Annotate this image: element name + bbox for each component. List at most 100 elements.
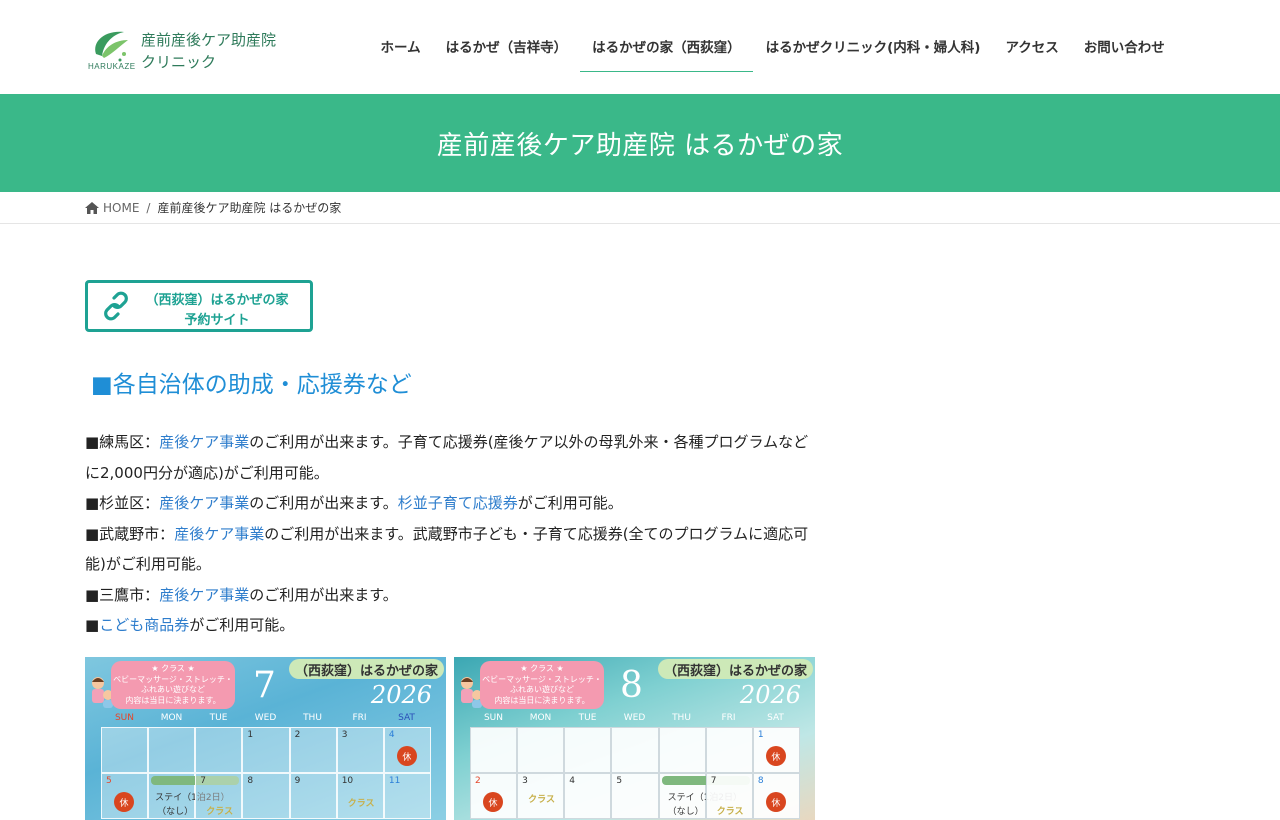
calendar-cell: 1休 <box>752 727 800 773</box>
stay-none-label: （なし） <box>667 807 704 817</box>
calendar-date: 2 <box>294 730 301 740</box>
logo-text-line1: 産前産後ケア助産院 <box>141 31 277 49</box>
weekday-tue: TUE <box>209 713 228 723</box>
site-logo[interactable]: HARUKAZE 産前産後ケア助産院 クリニック <box>86 24 286 74</box>
mitaka-text: のご利用が出来ます。 <box>249 585 398 604</box>
subsidies-heading: ■各自治体の助成・応援券など <box>91 372 412 398</box>
reservation-button-line2: 予約サイト <box>184 313 250 328</box>
calendar-cell: 7 クラス <box>195 773 243 819</box>
calendar-cell: 3 <box>336 727 384 773</box>
main-nav: ホーム はるかぜ（吉祥寺） はるかぜの家（西荻窪） はるかぜクリニック(内科・婦… <box>368 20 1177 72</box>
suginami-childcare-voucher-link[interactable]: 杉並子育て応援券 <box>398 494 518 512</box>
suginami-postnatal-care-link[interactable]: 産後ケア事業 <box>159 494 249 512</box>
weekday-tue: TUE <box>578 713 597 723</box>
calendar-cell: 8休 <box>752 773 800 819</box>
reservation-site-button[interactable]: （西荻窪）はるかぜの家 予約サイト <box>85 280 313 332</box>
page-title-band: 産前産後ケア助産院 はるかぜの家 <box>0 94 1280 192</box>
class-box-line1: ベビーマッサージ・ストレッチ・ <box>113 674 233 684</box>
closed-day-badge: 休 <box>114 792 134 812</box>
calendar-august[interactable]: ★ クラス ★ ベビーマッサージ・ストレッチ・ ふれあい遊びなど 内容は当日に決… <box>454 657 815 820</box>
calendar-cell <box>611 727 659 773</box>
calendar-house-label: （西荻窪）はるかぜの家 <box>288 659 444 679</box>
weekday-thu: THU <box>303 713 322 723</box>
weekday-fri: FRI <box>352 713 367 723</box>
subsidy-suginami: ■杉並区：産後ケア事業のご利用が出来ます。杉並子育て応援券がご利用可能。 <box>85 488 815 519</box>
kodomo-prefix: ■ <box>85 616 100 634</box>
calendar-date: 3 <box>522 776 528 786</box>
calendar-date: 8 <box>757 776 764 786</box>
suginami-middle: のご利用が出来ます。 <box>249 494 398 512</box>
kodomo-gift-card-link[interactable]: こども商品券 <box>99 616 189 634</box>
nerima-postnatal-care-link[interactable]: 産後ケア事業 <box>159 433 249 451</box>
class-label: クラス <box>206 807 234 817</box>
nav-item-harukaze-kichijoji[interactable]: はるかぜ（吉祥寺） <box>433 20 580 72</box>
calendar-cell <box>470 727 518 773</box>
breadcrumb-home-link[interactable]: HOME <box>103 201 139 215</box>
calendar-date: 4 <box>388 730 395 740</box>
class-box-line3: 内容は当日に決まります。 <box>125 695 221 705</box>
stay-none-label: （なし） <box>157 807 194 817</box>
class-box-title: ★ クラス ★ <box>520 664 564 673</box>
calendar-date: 1 <box>757 730 764 740</box>
calendar-cell: 6 ステイ（1泊2日） （なし） <box>658 773 750 819</box>
calendar-cell <box>705 727 753 773</box>
calendar-cell: 11 <box>383 773 431 819</box>
calendar-date: 9 <box>294 776 301 786</box>
closed-day-badge: 休 <box>765 746 786 766</box>
calendar-date: 10 <box>341 776 354 786</box>
calendar-cell: 2 <box>289 727 337 773</box>
nav-item-access[interactable]: アクセス <box>993 20 1071 72</box>
calendar-cell: 5 <box>611 773 659 819</box>
nav-item-contact[interactable]: お問い合わせ <box>1071 20 1177 72</box>
calendar-cell <box>517 727 565 773</box>
calendar-cell <box>658 727 706 773</box>
class-label: クラス <box>528 795 555 805</box>
closed-day-badge: 休 <box>483 792 503 812</box>
calendar-cell: 5休 <box>101 773 149 819</box>
calendar-cell: 4休 <box>383 727 431 773</box>
subsidy-kodomo: ■こども商品券がご利用可能。 <box>85 610 815 641</box>
calendar-date: 5 <box>616 776 623 786</box>
logo-brand-en: HARUKAZE <box>88 62 136 71</box>
weekday-sun: SUN <box>114 713 135 723</box>
subsidy-nerima: ■練馬区：産後ケア事業のご利用が出来ます。子育て応援券(産後ケア以外の母乳外来・… <box>85 427 815 488</box>
calendar-grid: 1休 2休 3クラス 4 5 6 ステイ（1泊2日） （なし） 7クラス 8休 <box>470 727 800 820</box>
mitaka-postnatal-care-link[interactable]: 産後ケア事業 <box>159 586 249 604</box>
musashino-postnatal-care-link[interactable]: 産後ケア事業 <box>174 525 264 543</box>
calendar-cell: 3 クラス <box>517 773 565 819</box>
calendar-cell: 8 <box>242 773 290 819</box>
breadcrumb-current: 産前産後ケア助産院 はるかぜの家 <box>157 201 342 215</box>
nav-item-harukaze-house-nishiogikubo[interactable]: はるかぜの家（西荻窪） <box>579 20 754 72</box>
calendar-weekdays: SUN MON TUE WED THU FRI SAT <box>101 713 431 723</box>
calendar-grid: 1 2 3 4休 5休 6 ステイ（1泊2日） （なし） 7クラス 8 9 10… <box>101 727 431 820</box>
calendar-date: 4 <box>569 776 576 786</box>
calendar-july[interactable]: ★ クラス ★ ベビーマッサージ・ストレッチ・ ふれあい遊びなど 内容は当日に決… <box>85 657 446 820</box>
weekday-mon: MON <box>529 713 552 723</box>
weekday-sun: SUN <box>483 713 504 723</box>
class-label: クラス <box>347 799 375 809</box>
calendar-cell: 7 クラス <box>705 773 753 819</box>
mitaka-prefix: ■三鷹市： <box>85 585 160 604</box>
calendar-cell <box>564 727 612 773</box>
kodomo-text: がご利用可能。 <box>189 616 295 634</box>
weekday-wed: WED <box>623 713 646 723</box>
breadcrumb-separator: / <box>146 200 151 215</box>
weekday-mon: MON <box>160 713 183 723</box>
nerima-prefix: ■練馬区： <box>85 433 160 451</box>
nav-item-home[interactable]: ホーム <box>368 20 433 72</box>
calendar-date: 1 <box>247 730 254 740</box>
calendar-cell: 2休 <box>470 773 518 819</box>
calendar-date: 7 <box>200 776 207 786</box>
calendar-date: 3 <box>341 730 348 740</box>
weekday-sat: SAT <box>767 713 784 723</box>
calendar-year: 2026 <box>739 681 801 709</box>
weekday-thu: THU <box>672 713 691 723</box>
calendar-year: 2026 <box>370 681 432 709</box>
page-title: 産前産後ケア助産院 はるかぜの家 <box>436 130 844 161</box>
calendar-cell: 4 <box>564 773 612 819</box>
musashino-prefix: ■武蔵野市： <box>85 524 175 543</box>
reservation-button-line1: （西荻窪）はるかぜの家 <box>145 293 289 308</box>
link-icon <box>104 291 128 321</box>
nav-item-harukaze-clinic[interactable]: はるかぜクリニック(内科・婦人科) <box>753 20 993 72</box>
class-box-title: ★ クラス ★ <box>151 664 195 673</box>
